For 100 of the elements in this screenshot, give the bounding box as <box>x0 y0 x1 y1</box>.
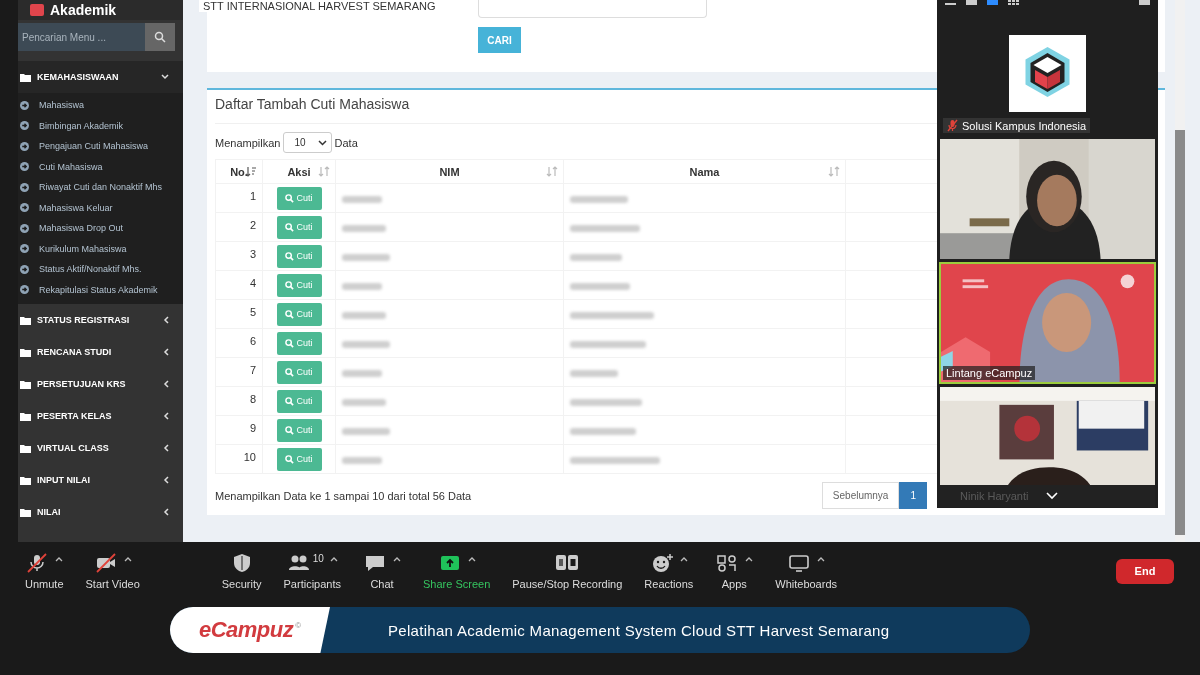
redacted-text <box>570 428 636 435</box>
caret-icon[interactable] <box>329 556 338 562</box>
menu-group[interactable]: NILAI <box>18 496 183 528</box>
column-header[interactable]: NIM <box>335 159 564 184</box>
toolbar-button[interactable]: Start Video <box>74 552 151 590</box>
menu-group[interactable]: PERSETUJUAN KRS <box>18 368 183 400</box>
menu-search-field[interactable]: Pencarian Menu ... <box>18 23 145 51</box>
banner-title: Pelatihan Academic Management System Cloud STT Harvest Semarang <box>388 621 890 639</box>
menu-group[interactable]: INPUT NILAI <box>18 464 183 496</box>
toolbar-button[interactable]: Reactions <box>633 552 705 590</box>
caret-icon[interactable] <box>55 556 64 562</box>
row-number: 10 <box>215 444 263 474</box>
menu-item[interactable]: Pengajuan Cuti Mahasiswa <box>39 141 149 152</box>
search-icon <box>285 251 295 261</box>
end-button[interactable]: End <box>1116 558 1174 584</box>
logo-icon <box>30 4 44 16</box>
redacted-text <box>570 196 628 203</box>
menu-group[interactable]: PESERTA KELAS <box>18 400 183 432</box>
grid-icon[interactable] <box>1008 0 1019 6</box>
menu-item[interactable]: Bimbingan Akademik <box>39 120 124 131</box>
chevron-left-icon <box>163 444 169 452</box>
menu-item[interactable]: Status Aktif/Nonaktif Mhs. <box>39 264 142 275</box>
row-number: 3 <box>215 241 263 271</box>
chevron-left-icon <box>163 380 169 388</box>
menu-item[interactable]: Kurikulum Mahasiswa <box>39 243 127 254</box>
participant-count: 10 <box>312 552 324 564</box>
folder-icon <box>20 475 31 485</box>
row-number: 9 <box>215 415 263 445</box>
length-label: Data <box>334 136 358 149</box>
redacted-text <box>570 225 640 232</box>
search-icon <box>285 309 295 319</box>
redacted-text <box>342 225 386 232</box>
redacted-text <box>342 196 382 203</box>
folder-icon <box>20 411 31 421</box>
pagination-button[interactable]: 1 <box>899 482 927 509</box>
menu-item[interactable]: Cuti Mahasiswa <box>39 161 103 172</box>
caret-icon[interactable] <box>679 556 688 562</box>
toolbar-button[interactable]: Chat <box>352 552 412 590</box>
toolbar-button[interactable]: Security <box>210 552 273 590</box>
toolbar-button[interactable]: Unmute <box>14 552 75 590</box>
table-info: Menampilkan Data ke 1 sampai 10 dari total 56 Data <box>215 489 472 502</box>
search-icon <box>285 367 295 377</box>
redacted-text <box>570 283 630 290</box>
redacted-text <box>342 370 382 377</box>
menu-item[interactable]: Mahasiswa <box>39 100 85 111</box>
pagination-button[interactable]: Sebelumnya <box>821 482 900 509</box>
chevron-left-icon <box>163 412 169 420</box>
redacted-text <box>342 428 390 435</box>
input-field[interactable] <box>478 0 707 18</box>
pause-stop-icon <box>555 552 580 573</box>
brand-logo-text: eCampuz <box>198 617 294 643</box>
folder-icon <box>20 507 31 517</box>
menu-group[interactable]: RENCANA STUDI <box>18 336 183 368</box>
toolbar-button[interactable]: 10 Participants <box>272 552 352 590</box>
cube-logo-icon <box>1009 35 1086 112</box>
participant-name: Ninik Haryanti <box>960 490 1029 502</box>
row-number: 1 <box>215 183 263 213</box>
menu-item[interactable]: Mahasiswa Keluar <box>39 202 113 213</box>
caret-icon[interactable] <box>817 556 826 562</box>
row-number: 2 <box>215 212 263 242</box>
caret-icon[interactable] <box>123 556 132 562</box>
row-number: 6 <box>215 328 263 358</box>
menu-group[interactable]: VIRTUAL CLASS <box>18 432 183 464</box>
caret-icon[interactable] <box>393 556 401 562</box>
menu-item[interactable]: Mahasiswa Drop Out <box>39 223 124 234</box>
caret-icon[interactable] <box>745 556 754 562</box>
page-size-select[interactable]: 10 <box>283 132 332 153</box>
search-icon <box>285 454 295 464</box>
participant-name: Lintang eCampuz <box>943 366 1036 380</box>
caret-icon <box>317 139 327 146</box>
search-icon <box>285 222 295 232</box>
menu-group[interactable]: KEMAHASISWAAN <box>18 61 183 93</box>
menu-item[interactable]: Riwayat Cuti dan Nonaktif Mhs <box>39 182 163 193</box>
toolbar-button[interactable]: Pause/Stop Recording <box>501 552 634 590</box>
redacted-text <box>342 283 382 290</box>
copyright-mark: © <box>295 620 302 630</box>
microphone-icon <box>25 552 50 573</box>
scrollbar[interactable] <box>1175 130 1185 535</box>
chevron-down-icon[interactable] <box>1046 492 1059 500</box>
search-button[interactable] <box>145 23 175 51</box>
search-icon <box>285 396 295 406</box>
row-number: 4 <box>215 270 263 300</box>
menu-item[interactable]: Rekapitulasi Status Akademik <box>39 284 158 295</box>
menu-group[interactable]: STATUS REGISTRASI <box>18 304 183 336</box>
search-icon <box>154 31 166 43</box>
chevron-left-icon <box>163 316 169 324</box>
search-icon <box>285 280 295 290</box>
column-header[interactable]: No. <box>215 159 263 184</box>
chevron-left-icon <box>163 348 169 356</box>
column-header[interactable]: Nama <box>563 159 846 184</box>
toolbar-button[interactable]: Share Screen <box>412 552 502 590</box>
search-icon <box>285 425 295 435</box>
folder-icon <box>20 347 31 357</box>
redacted-text <box>342 254 390 261</box>
row-number: 5 <box>215 299 263 329</box>
column-header[interactable]: Aksi <box>262 159 336 184</box>
caret-icon[interactable] <box>467 556 476 562</box>
toolbar-button[interactable]: Whiteboards <box>764 552 849 590</box>
redacted-text <box>570 254 622 261</box>
toolbar-button[interactable]: Apps <box>704 552 765 590</box>
